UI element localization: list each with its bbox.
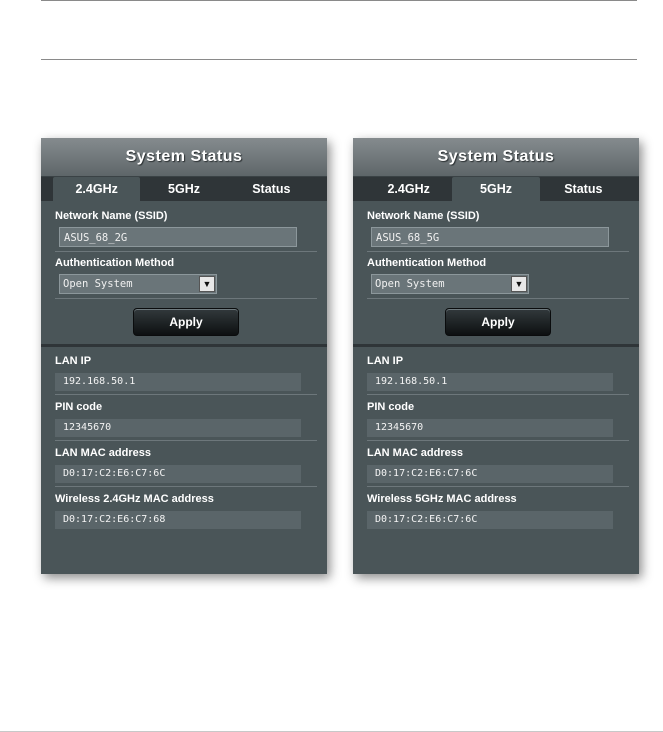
pin-code-label: PIN code (55, 401, 103, 413)
pin-code-value: 12345670 (55, 419, 301, 437)
header-rule (41, 59, 637, 60)
lan-mac-value: D0:17:C2:E6:C7:6C (55, 465, 301, 483)
tab-status[interactable]: Status (539, 177, 627, 201)
wireless-mac-value: D0:17:C2:E6:C7:68 (55, 511, 301, 529)
panel-header: System Status (353, 138, 639, 177)
wireless-form: Network Name (SSID) ASUS_68_2G Authentic… (41, 201, 327, 344)
ssid-input[interactable]: ASUS_68_2G (59, 227, 297, 247)
tab-2-4ghz[interactable]: 2.4GHz (53, 177, 141, 201)
band-tabs: 2.4GHz 5GHz Status (353, 177, 639, 201)
tab-2-4ghz[interactable]: 2.4GHz (365, 177, 453, 201)
pin-code-value: 12345670 (367, 419, 613, 437)
panel-header: System Status (41, 138, 327, 177)
panel-title: System Status (125, 148, 243, 165)
ssid-input[interactable]: ASUS_68_5G (371, 227, 609, 247)
apply-row: Apply (55, 299, 317, 344)
status-info: LAN IP 192.168.50.1 PIN code 12345670 LA… (41, 347, 327, 529)
pin-code-label: PIN code (367, 401, 415, 413)
system-status-panel-2g: System Status 2.4GHz 5GHz Status Network… (41, 138, 327, 574)
status-info: LAN IP 192.168.50.1 PIN code 12345670 LA… (353, 347, 639, 529)
wireless-mac-value: D0:17:C2:E6:C7:6C (367, 511, 613, 529)
apply-button[interactable]: Apply (445, 308, 551, 336)
auth-method-label: Authentication Method (367, 257, 487, 269)
auth-method-label: Authentication Method (55, 257, 175, 269)
lan-ip-value: 192.168.50.1 (55, 373, 301, 391)
tab-5ghz[interactable]: 5GHz (452, 177, 540, 201)
chevron-down-icon[interactable]: ▼ (199, 276, 215, 292)
auth-method-select[interactable]: Open System ▼ (59, 274, 217, 294)
auth-method-value: Open System (63, 278, 133, 290)
apply-row: Apply (367, 299, 629, 344)
ssid-label: Network Name (SSID) (55, 210, 168, 222)
ssid-label: Network Name (SSID) (367, 210, 480, 222)
tab-status[interactable]: Status (227, 177, 315, 201)
lan-mac-label: LAN MAC address (55, 447, 151, 459)
chevron-down-icon[interactable]: ▼ (511, 276, 527, 292)
lan-mac-label: LAN MAC address (367, 447, 463, 459)
lan-ip-value: 192.168.50.1 (367, 373, 613, 391)
wireless-mac-label: Wireless 2.4GHz MAC address (55, 493, 214, 505)
tab-5ghz[interactable]: 5GHz (140, 177, 228, 201)
system-status-panel-5g: System Status 2.4GHz 5GHz Status Network… (353, 138, 639, 574)
auth-method-select[interactable]: Open System ▼ (371, 274, 529, 294)
lan-ip-label: LAN IP (55, 355, 92, 367)
band-tabs: 2.4GHz 5GHz Status (41, 177, 327, 201)
top-rule (41, 0, 637, 1)
apply-button[interactable]: Apply (133, 308, 239, 336)
wireless-form: Network Name (SSID) ASUS_68_5G Authentic… (353, 201, 639, 344)
lan-ip-label: LAN IP (367, 355, 404, 367)
auth-method-value: Open System (375, 278, 445, 290)
lan-mac-value: D0:17:C2:E6:C7:6C (367, 465, 613, 483)
wireless-mac-label: Wireless 5GHz MAC address (367, 493, 517, 505)
panel-title: System Status (437, 148, 555, 165)
